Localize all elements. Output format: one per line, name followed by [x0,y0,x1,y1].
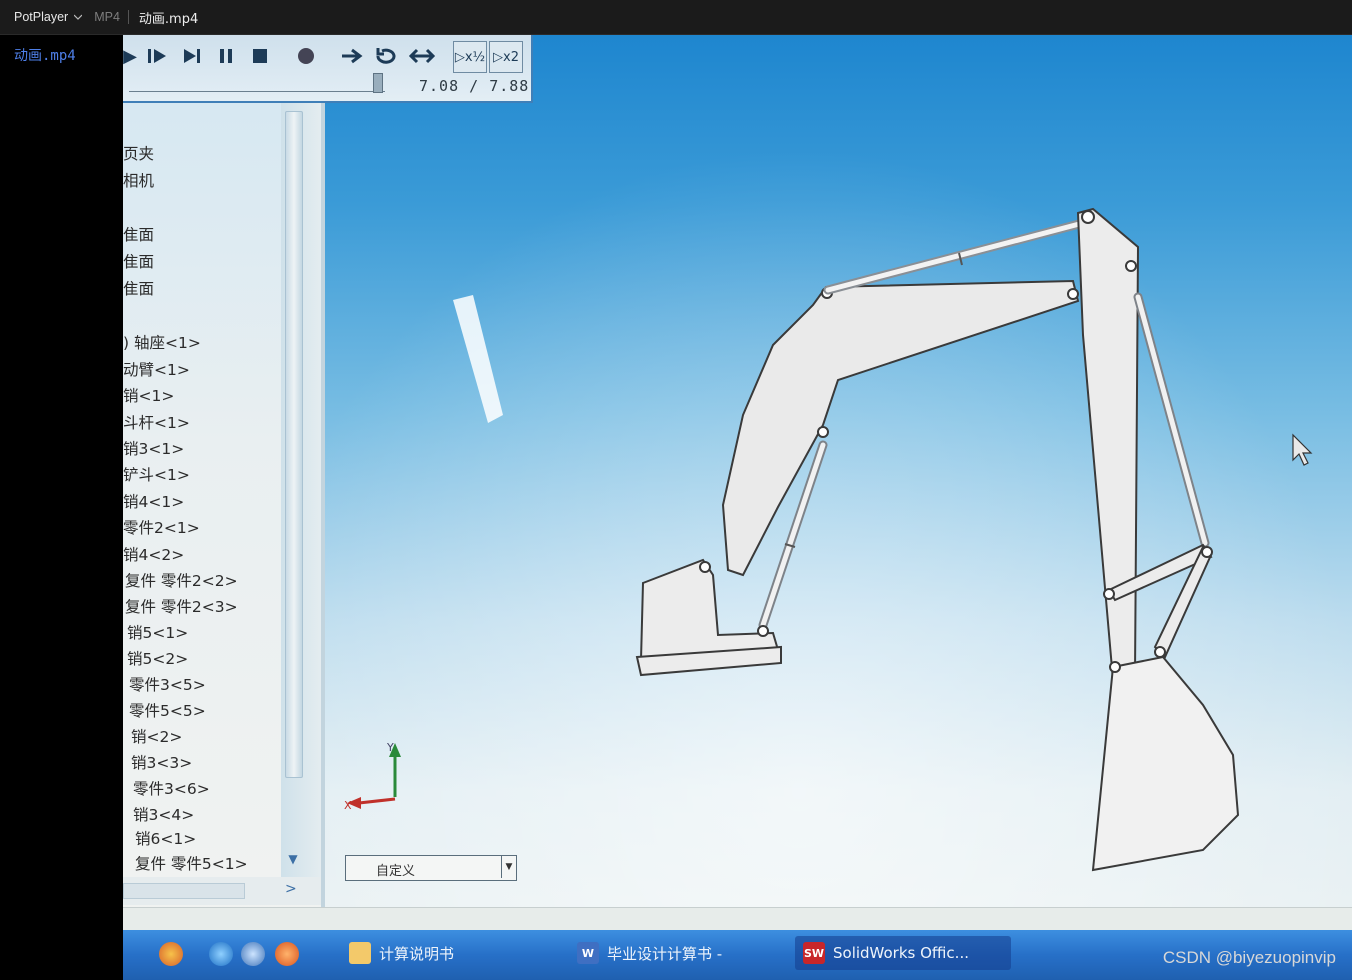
feature-tree-item: 零件3<5> [129,676,206,694]
stop-icon [247,43,273,69]
feature-tree-item: 页夹 [123,145,155,163]
bucket-part [1091,655,1240,872]
start-orb-icon [159,942,183,966]
boom-cylinder [823,218,1088,295]
file-title: 动画.mp4 [138,11,199,27]
title-bar: PotPlayer MP4 动画.mp4 [0,0,1352,35]
feature-tree-scrollbar: ▼ [281,97,323,887]
mouse-pointer-icon [1292,433,1313,466]
axis-triad: Y X [344,741,401,812]
feature-tree-item: 斗杆<1> [123,414,190,432]
feature-tree-item: 销4<2> [123,546,185,564]
scroll-down-icon: ▼ [288,852,298,866]
feature-tree-item: 隹面 [123,226,155,244]
skip-end-icon [179,43,205,69]
feature-tree-item: 铲斗<1> [123,466,190,484]
feature-tree-item: 销3<1> [123,440,185,458]
status-line [123,907,1352,930]
bucket-cylinder [1133,292,1210,548]
base-part [635,558,782,677]
taskbar-item-folder: 计算说明书 [341,936,551,970]
dropdown-arrow-icon: ▼ [501,856,516,878]
word-icon: W [577,942,599,964]
excavator-model: Y X [344,207,1313,872]
feature-tree-item: 销5<2> [127,650,189,668]
taskbar-item-label: 毕业设计计算书 - [607,944,723,963]
view-orientation-label: 自定义 [376,864,416,879]
title-separator [127,10,129,24]
format-label: MP4 [94,10,120,24]
feature-tree-item: 零件3<6> [133,780,210,798]
record-icon [293,43,319,69]
view-orientation-dropdown: 自定义 ▼ [345,855,517,881]
hscroll-thumb [123,883,245,899]
light-reflection [453,295,503,423]
chevron-down-icon[interactable] [73,13,83,21]
taskbar-item-word: W 毕业设计计算书 - [569,936,779,970]
feature-tree-item: ) 轴座<1> [123,334,201,352]
feature-tree-item: 销6<1> [135,830,197,848]
feature-tree-item: 零件5<5> [129,702,206,720]
boom-part [721,279,1080,577]
watermark: CSDN @biyezuopinvip [1162,948,1336,967]
feature-tree-item: 销4<1> [123,493,185,511]
stick-part [1076,207,1140,682]
playlist-item[interactable]: 动画.mp4 [14,45,76,65]
axis-y-label: Y [386,741,394,754]
taskbar-item-label: SolidWorks Offic... [833,944,969,962]
feature-tree-item: 复件 零件2<2> [125,572,238,590]
explorer-icon [241,942,265,966]
horizontal-scrollbar: > [123,877,323,905]
play-icon: ▶ [123,45,137,67]
playlist-panel: 动画.mp4 [0,35,123,980]
feature-tree-item: 销3<3> [131,754,193,772]
ie-icon [209,942,233,966]
feature-tree-item: 销3<4> [133,806,195,824]
scroll-right-icon: > [285,881,297,897]
feature-tree-item: 动臂<1> [123,361,190,379]
feature-tree-item: 复件 零件5<1> [135,855,248,873]
feature-tree-item: 隹面 [123,280,155,298]
solidworks-icon: SW [803,942,825,964]
feature-tree-item: 销<2> [131,728,183,746]
feature-tree-item: 复件 零件2<3> [125,598,238,616]
feature-tree-item: 销<1> [123,387,175,405]
media-icon [275,942,299,966]
pause-icon [213,43,239,69]
app-menu-button[interactable]: PotPlayer [0,10,74,24]
video-frame[interactable]: 页夹 相机 隹面 隹面 隹面) 轴座<1> 动臂<1> 销<1> 斗杆<1> 销3<1> 铲斗<1… [123,35,1352,980]
taskbar-item-label: 计算说明书 [379,944,455,963]
feature-tree-item: 零件2<1> [123,519,200,537]
scrollbar-thumb [285,111,303,778]
axis-x-label: X [344,799,352,812]
feature-tree-item: 隹面 [123,253,155,271]
folder-icon [349,942,371,964]
taskbar-item-solidworks: SW SolidWorks Offic... [795,936,1011,970]
feature-tree-item: 相机 [123,172,155,190]
feature-tree-item: 销5<1> [127,624,189,642]
play-step-icon [145,43,171,69]
